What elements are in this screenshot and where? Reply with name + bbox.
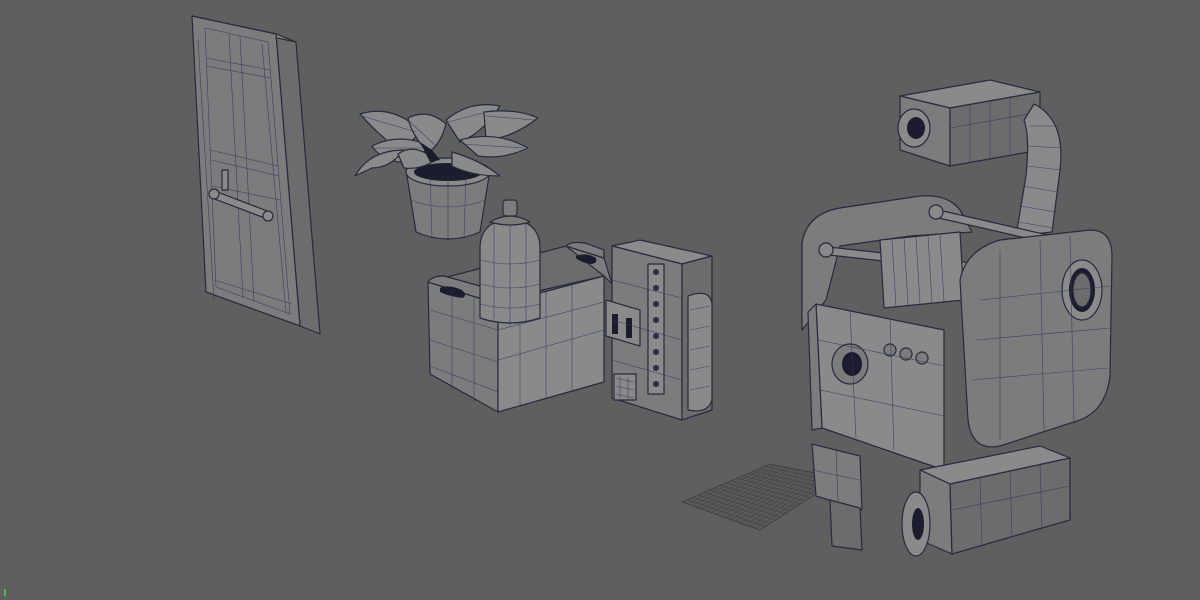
- robot-fins: [879, 231, 965, 309]
- viewport-canvas[interactable]: [0, 0, 1200, 600]
- 3d-viewport[interactable]: [0, 0, 1200, 600]
- knob-icon: [653, 365, 659, 371]
- knob-icon: [653, 285, 659, 291]
- knob-icon: [653, 269, 659, 275]
- knob-icon: [653, 349, 659, 355]
- knob-icon: [653, 333, 659, 339]
- door-model[interactable]: [191, 15, 321, 335]
- robot-model[interactable]: [801, 79, 1113, 557]
- knob-icon: [653, 381, 659, 387]
- control-box-model[interactable]: [605, 239, 713, 421]
- knob-icon: [653, 301, 659, 307]
- knob-icon: [653, 317, 659, 323]
- spray-can-model[interactable]: [479, 199, 541, 326]
